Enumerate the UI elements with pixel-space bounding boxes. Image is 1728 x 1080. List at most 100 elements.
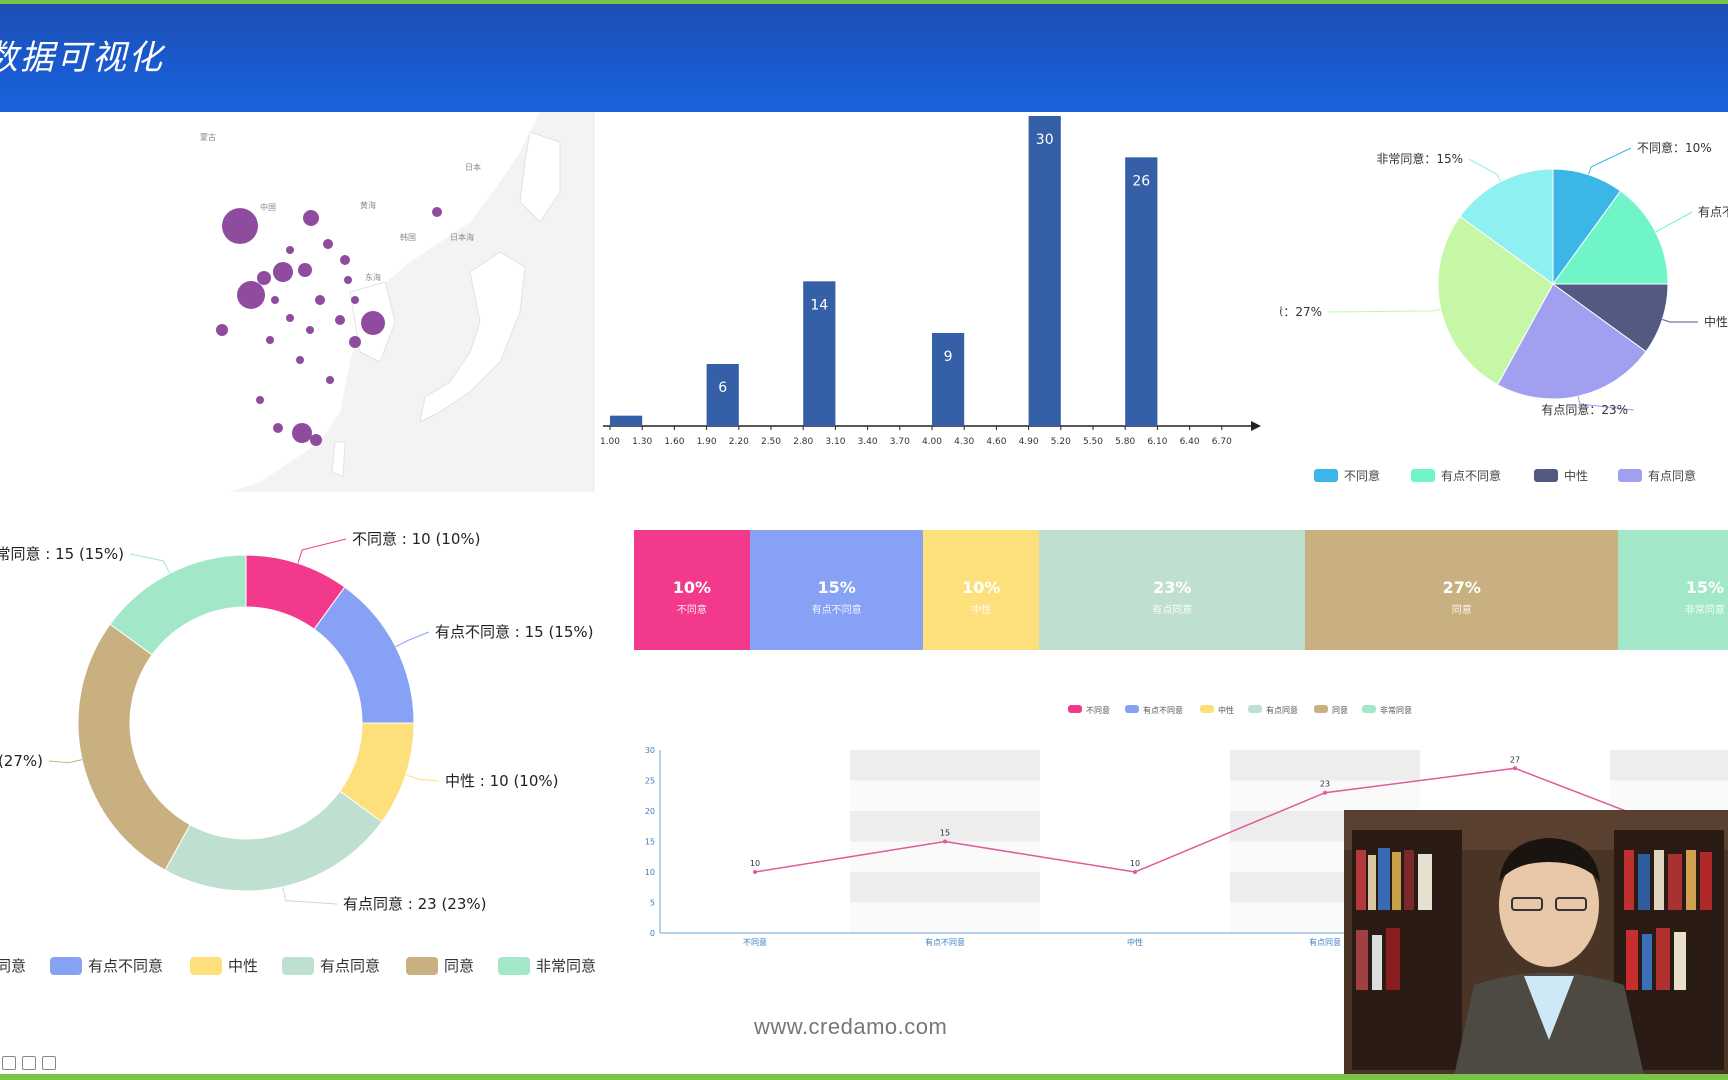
segment-label: 中性 bbox=[971, 605, 992, 616]
donut-segment-label: 常同意 : 15 (15%) bbox=[0, 545, 124, 563]
map-bubble bbox=[257, 271, 271, 285]
donut-card: 不同意 : 10 (10%) 有点不同意 : 15 (15%) 中性 : 10 (1… bbox=[0, 520, 620, 980]
legend-label: 有点同意 bbox=[320, 957, 380, 975]
y-tick-label: 20 bbox=[645, 807, 655, 816]
y-tick-label: 30 bbox=[645, 746, 655, 755]
y-tick-label: 25 bbox=[645, 777, 655, 786]
stacked-bar-segment: 10% 中性 bbox=[923, 530, 1040, 650]
map-bubble bbox=[315, 295, 325, 305]
pie-leader-line bbox=[1327, 308, 1441, 313]
legend-swatch bbox=[1411, 469, 1435, 482]
grid-band bbox=[1230, 750, 1420, 781]
segment-label: 同意 bbox=[1451, 605, 1472, 616]
legend-label: 非常同意 bbox=[1380, 705, 1412, 715]
x-tick-label: 2.80 bbox=[793, 437, 813, 447]
map-bubble bbox=[335, 315, 345, 325]
histogram-chart: 1.00 1.30 1.60 1.90 2.20 2.50 2.80 3.10 3.40 3.70… bbox=[600, 116, 1261, 447]
x-tick-label: 4.00 bbox=[922, 437, 942, 447]
histogram-bar bbox=[1125, 157, 1158, 427]
donut-leader-line bbox=[405, 774, 440, 782]
legend-label: 同意 bbox=[0, 957, 26, 975]
line-point-label: 10 bbox=[750, 859, 760, 868]
map-bubble bbox=[303, 210, 319, 226]
segment-percent: 23% bbox=[1153, 578, 1192, 597]
legend-swatch bbox=[190, 957, 222, 975]
x-tick-label: 6.10 bbox=[1147, 437, 1167, 447]
legend-swatch bbox=[498, 957, 530, 975]
pie-chart: 不同意：10%有点不中性有点同意：23%同意：27%非常同意：15%不同意有点不… bbox=[1259, 140, 1728, 483]
x-tick-label: 4.90 bbox=[1019, 437, 1039, 447]
map-bubble bbox=[310, 434, 322, 446]
x-tick-label: 5.50 bbox=[1083, 437, 1103, 447]
map-bubble bbox=[266, 336, 274, 344]
pie-slice-label: 有点同意：23% bbox=[1541, 402, 1628, 417]
map-bubble bbox=[286, 246, 294, 254]
bottom-accent-line bbox=[0, 1074, 1728, 1080]
pointer-tool-icon[interactable] bbox=[22, 1056, 36, 1070]
stacked-bar-segment: 15% 有点不同意 bbox=[749, 530, 924, 650]
pen-tool-icon[interactable] bbox=[2, 1056, 16, 1070]
map-bubble bbox=[361, 311, 385, 335]
page-title: 数据可视化 bbox=[0, 38, 164, 78]
map-place-label: 东海 bbox=[365, 272, 381, 282]
x-tick-label: 有点同意 bbox=[1309, 937, 1341, 947]
legend-swatch bbox=[406, 957, 438, 975]
legend-label: 有点不同意 bbox=[88, 957, 163, 975]
map-bubble bbox=[340, 255, 350, 265]
legend-label: 不同意 bbox=[1086, 705, 1110, 715]
watermark: www.credamo.com bbox=[754, 1014, 948, 1039]
segment-percent: 15% bbox=[1685, 578, 1724, 597]
pie-card: 不同意：10%有点不中性有点同意：23%同意：27%非常同意：15%不同意有点不… bbox=[1259, 112, 1728, 492]
map-bubble bbox=[306, 326, 314, 334]
x-tick-label: 4.60 bbox=[986, 437, 1006, 447]
legend-swatch bbox=[1618, 469, 1642, 482]
histogram-bar bbox=[932, 333, 965, 426]
map-bubble bbox=[271, 296, 279, 304]
grid-band bbox=[850, 780, 1040, 811]
header-bar: 数据可视化 bbox=[0, 4, 1728, 112]
segment-percent: 15% bbox=[817, 578, 856, 597]
grid-band bbox=[850, 872, 1040, 903]
line-point bbox=[1513, 766, 1517, 771]
x-tick-label: 6.40 bbox=[1180, 437, 1200, 447]
legend-swatch bbox=[1534, 469, 1558, 482]
x-tick-label: 1.90 bbox=[697, 437, 717, 447]
donut-segment-label: 有点同意 : 23 (23%) bbox=[343, 895, 487, 913]
donut-leader-line bbox=[129, 553, 171, 574]
stacked-bar-segment: 10% 不同意 bbox=[634, 530, 750, 650]
legend-label: 有点不同意 bbox=[1143, 705, 1183, 715]
y-tick-label: 15 bbox=[645, 838, 655, 847]
stacked-bar-segment: 27% 同意 bbox=[1305, 530, 1618, 650]
map-bubble bbox=[432, 207, 442, 217]
line-point-label: 23 bbox=[1320, 780, 1330, 789]
legend-label: 有点同意 bbox=[1648, 468, 1696, 483]
pie-slice-label: 中性 bbox=[1704, 314, 1728, 329]
x-tick-label: 有点不同意 bbox=[925, 937, 965, 947]
donut-segment bbox=[77, 623, 191, 871]
line-point-label: 15 bbox=[940, 829, 950, 838]
stacked-bar-segment: 23% 有点同意 bbox=[1039, 530, 1306, 650]
donut-segment-label: 中性 : 10 (10%) bbox=[445, 772, 559, 790]
pie-leader-line bbox=[1655, 211, 1693, 233]
screen-tool-icon[interactable] bbox=[42, 1056, 56, 1070]
stacked-percent-bar: 10% 不同意 15% 有点不同意 10% 中性 23% 有点同意 27% 同意 15% 非常同意 bbox=[634, 530, 1728, 650]
histogram-bar bbox=[1028, 116, 1061, 426]
donut-segment bbox=[164, 790, 383, 892]
x-tick-label: 4.30 bbox=[954, 437, 974, 447]
legend-label: 不同意 bbox=[1344, 468, 1380, 483]
map-bubble bbox=[273, 423, 283, 433]
line-point-label: 27 bbox=[1510, 755, 1520, 764]
line-point bbox=[753, 870, 757, 874]
legend-swatch bbox=[1314, 469, 1338, 482]
map-bubble bbox=[216, 324, 228, 336]
map-place-label: 韩国 bbox=[400, 232, 416, 242]
legend-swatch bbox=[1362, 705, 1376, 713]
segment-percent: 27% bbox=[1442, 578, 1481, 597]
x-tick-label: 6.70 bbox=[1212, 437, 1232, 447]
legend-label: 有点同意 bbox=[1266, 705, 1298, 715]
donut-segment-label: (27%) bbox=[0, 752, 43, 770]
pie-leader-line bbox=[1468, 158, 1502, 182]
donut-leader-line bbox=[297, 538, 347, 564]
bar-value-label: 26 bbox=[1132, 173, 1150, 189]
pie-slice-label: 非常同意：15% bbox=[1376, 151, 1463, 166]
